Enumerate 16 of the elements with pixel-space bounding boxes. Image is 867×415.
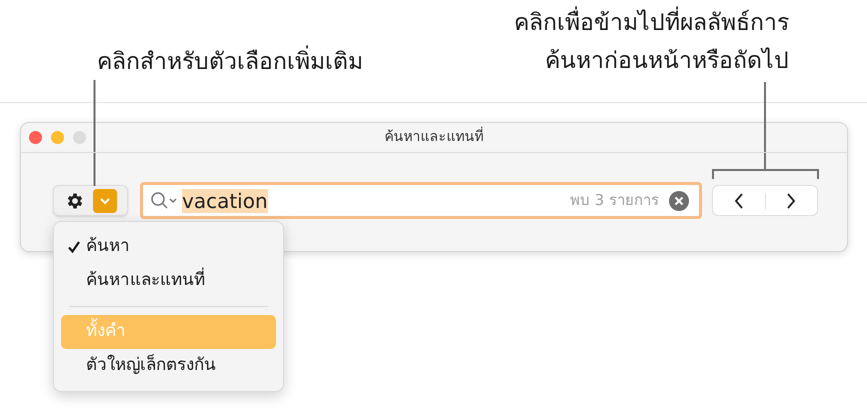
- callout-text: คลิกเพื่อข้ามไปที่ผลลัพธ์การ ค้นหาก่อนหน้าหรือถัดไป: [514, 4, 789, 80]
- match-count: พบ 3 รายการ: [570, 190, 659, 212]
- menu-item[interactable]: ค้นหา: [61, 230, 276, 264]
- close-button[interactable]: [29, 131, 42, 144]
- search-text: vacation: [182, 188, 268, 212]
- search-field[interactable]: vacation พบ 3 รายการ: [140, 182, 702, 219]
- callout-text: คลิกสำหรับตัวเลือกเพิ่มเติม: [97, 44, 363, 80]
- chevron-down-icon: [92, 188, 116, 212]
- chevron-left-icon: [732, 192, 745, 210]
- search-icon: [150, 190, 178, 210]
- chevron-right-icon: [785, 192, 798, 210]
- menu-item[interactable]: ค้นหาและแทนที่: [61, 264, 276, 298]
- clear-icon[interactable]: [669, 190, 689, 210]
- window-title: ค้นหาและแทนที่: [384, 127, 484, 148]
- menu-item[interactable]: ตัวใหญ่เล็กตรงกัน: [61, 349, 276, 383]
- options-button[interactable]: [53, 185, 128, 216]
